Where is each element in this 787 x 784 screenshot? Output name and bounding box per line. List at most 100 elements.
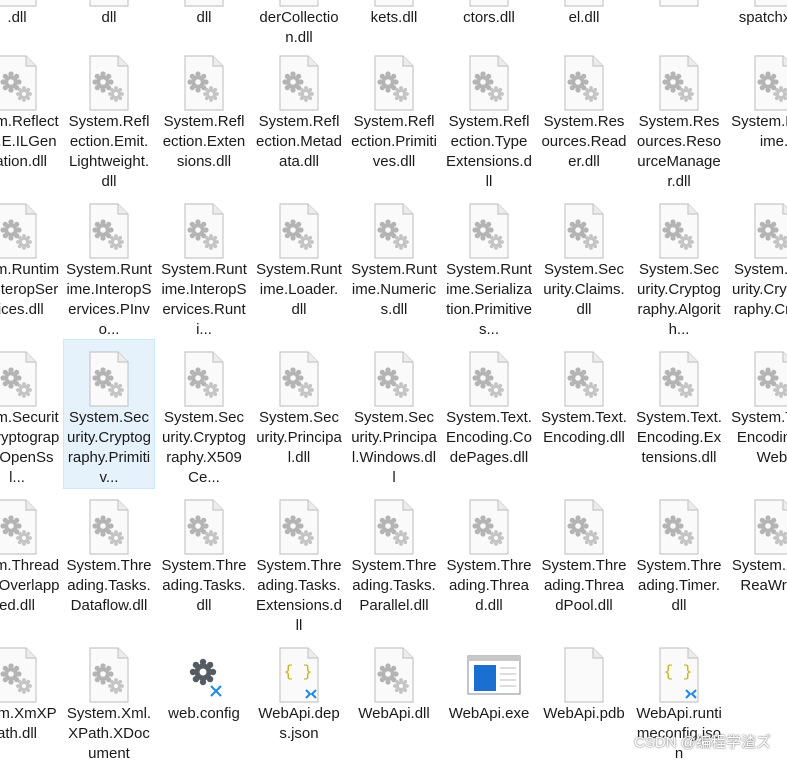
dll-file-icon (276, 202, 322, 260)
file-item[interactable]: System.Threading.Timer.dll (634, 488, 724, 636)
dll-file-icon (466, 498, 512, 556)
file-name: stem.XmXPath.dll (0, 705, 57, 742)
file-item[interactable]: System.Reflection.Metadata.dll (254, 44, 344, 192)
dll-file-icon (86, 498, 132, 556)
dll-file-icon (751, 350, 787, 408)
file-item[interactable]: System.Threading.Thread.dll (444, 488, 534, 636)
file-item[interactable]: WebApi.dll (349, 636, 439, 784)
file-item[interactable]: System.Reflection.Emit.Lightweight.dll (64, 44, 154, 192)
file-item[interactable]: System.Runtime.InteropServices.PInvo... (64, 192, 154, 340)
file-name: System.Threading.Tasks.Extensions.dll (256, 557, 342, 634)
file-item[interactable]: System.Text.Encoding.CodePages.dll (444, 340, 534, 488)
file-name: web.config (168, 705, 240, 722)
file-item[interactable]: { } WebApi.runtimeconfig.json (634, 636, 724, 784)
file-item[interactable] (729, 636, 787, 784)
dll-file-icon (561, 0, 607, 8)
file-item[interactable]: System.Xml.XPath.XDocument (64, 636, 154, 784)
dll-file-icon (276, 54, 322, 112)
file-name: System.Resources.Reader.dll (541, 113, 627, 170)
file-item[interactable]: System.Text.Encodings.Web. (729, 340, 787, 488)
dll-file-icon (0, 498, 40, 556)
file-item[interactable]: System.Security.Principal.Windows.dll (349, 340, 439, 488)
file-name: ctors.dll (463, 9, 515, 26)
file-item[interactable]: System.Reflection.Extensions.dll (159, 44, 249, 192)
dll-file-icon (371, 646, 417, 704)
file-item[interactable]: System.Security.Cryptography.X509Ce... (159, 340, 249, 488)
file-name: derCollection.dll (259, 9, 339, 46)
file-name: System.Security.Principal.dll (256, 409, 342, 466)
file-item[interactable]: web.config (159, 636, 249, 784)
dll-file-icon (656, 498, 702, 556)
file-item[interactable]: System.Reflection.Primitives.dll (349, 44, 439, 192)
file-item[interactable]: WebApi.pdb (539, 636, 629, 784)
file-name: WebApi.exe (448, 705, 530, 722)
dll-file-icon (86, 646, 132, 704)
file-item[interactable]: stem.Security.Cryptography.OpenSsl... (0, 340, 62, 488)
file-name: System.Reflection.Metadata.dll (256, 113, 342, 170)
file-name: System.Runtime.InteropServices.PInvo... (66, 261, 152, 338)
file-item[interactable]: System.Runtime.Serialization.Primitives.… (444, 192, 534, 340)
file-item[interactable]: System.Threading.Tasks.Extensions.dll (254, 488, 344, 636)
file-name: System.Runtime.InteropServices.Runti... (161, 261, 247, 338)
file-name: WebApi.pdb (543, 705, 625, 722)
file-item[interactable]: stem.Reflection.E.ILGeneation.dll (0, 44, 62, 192)
file-item[interactable]: System.Security.Cryptography.Algorith... (634, 192, 724, 340)
file-name: .dll (7, 9, 27, 26)
dll-file-icon (86, 54, 132, 112)
dll-file-icon (561, 202, 607, 260)
dll-file-icon (276, 350, 322, 408)
file-item[interactable]: System.Text.Encoding.dll (539, 340, 629, 488)
file-name: System.Reflection.Primitives.dll (351, 113, 437, 170)
file-name: System.Threading.Tasks.Dataflow.dll (66, 557, 152, 614)
file-name: System.Threading.Tasks.dll (161, 557, 247, 614)
file-item[interactable]: System.Xml.ReaWriter (729, 488, 787, 636)
file-item[interactable]: System.Threading.Tasks.Parallel.dll (349, 488, 439, 636)
dll-file-icon (181, 54, 227, 112)
file-item[interactable]: System.Runtime.Loader.dll (254, 192, 344, 340)
file-name: System.Runtime. (731, 113, 787, 150)
file-name: System.Reflection.TypeExtensions.dll (446, 113, 532, 190)
file-item[interactable]: System.Threading.Tasks.dll (159, 488, 249, 636)
file-item[interactable]: stem.XmXPath.dll (0, 636, 62, 784)
file-item[interactable]: System.Runtime.Numerics.dll (349, 192, 439, 340)
dll-file-icon (86, 0, 132, 8)
svg-text:{ }: { } (664, 663, 693, 681)
file-item[interactable]: System.Resources.ResourceManager.dll (634, 44, 724, 192)
file-item[interactable]: System.Security.Cryptography.Primitiv... (63, 339, 155, 489)
file-item[interactable]: System.Threading.ThreadPool.dll (539, 488, 629, 636)
file-item[interactable]: stem.Runtime.InteropServices.dll (0, 192, 62, 340)
dll-file-icon (466, 54, 512, 112)
dll-file-icon (466, 0, 512, 8)
file-name: System.Threading.Tasks.Parallel.dll (351, 557, 437, 614)
dll-file-icon (466, 350, 512, 408)
dll-file-icon (561, 498, 607, 556)
json-file-icon: { } (276, 646, 322, 704)
file-name: System.Resources.ResourceManager.dll (636, 113, 722, 190)
file-item[interactable]: System.Reflection.TypeExtensions.dll (444, 44, 534, 192)
file-name: System.Security.Cryptography.Cng.d (732, 261, 787, 318)
file-item[interactable]: System.Runtime.InteropServices.Runti... (159, 192, 249, 340)
file-item[interactable]: { } WebApi.deps.json (254, 636, 344, 784)
config-file-icon (181, 646, 227, 704)
dll-file-icon (276, 0, 322, 8)
dll-file-icon (276, 498, 322, 556)
file-name: stem.Threading.Overlapped.dll (0, 557, 60, 614)
dll-file-icon (0, 350, 40, 408)
file-name: System.Security.Claims.dll (543, 261, 625, 318)
file-item[interactable]: System.Security.Claims.dll (539, 192, 629, 340)
file-name: System.Xml.XPath.XDocument (66, 705, 152, 762)
file-item[interactable]: System.Text.Encoding.Extensions.dll (634, 340, 724, 488)
file-item[interactable]: System.Threading.Tasks.Dataflow.dll (64, 488, 154, 636)
file-item[interactable]: System.Runtime. (729, 44, 787, 192)
file-name: WebApi.deps.json (258, 705, 340, 742)
file-name: stem.Runtime.InteropServices.dll (0, 261, 60, 318)
dll-file-icon (561, 54, 607, 112)
dll-file-icon (751, 54, 787, 112)
file-item[interactable]: WebApi.exe (444, 636, 534, 784)
dll-file-icon (86, 202, 132, 260)
file-item[interactable]: System.Security.Cryptography.Cng.d (729, 192, 787, 340)
file-name: System.Text.Encoding.dll (541, 409, 627, 446)
file-item[interactable]: System.Security.Principal.dll (254, 340, 344, 488)
file-item[interactable]: stem.Threading.Overlapped.dll (0, 488, 62, 636)
file-item[interactable]: System.Resources.Reader.dll (539, 44, 629, 192)
